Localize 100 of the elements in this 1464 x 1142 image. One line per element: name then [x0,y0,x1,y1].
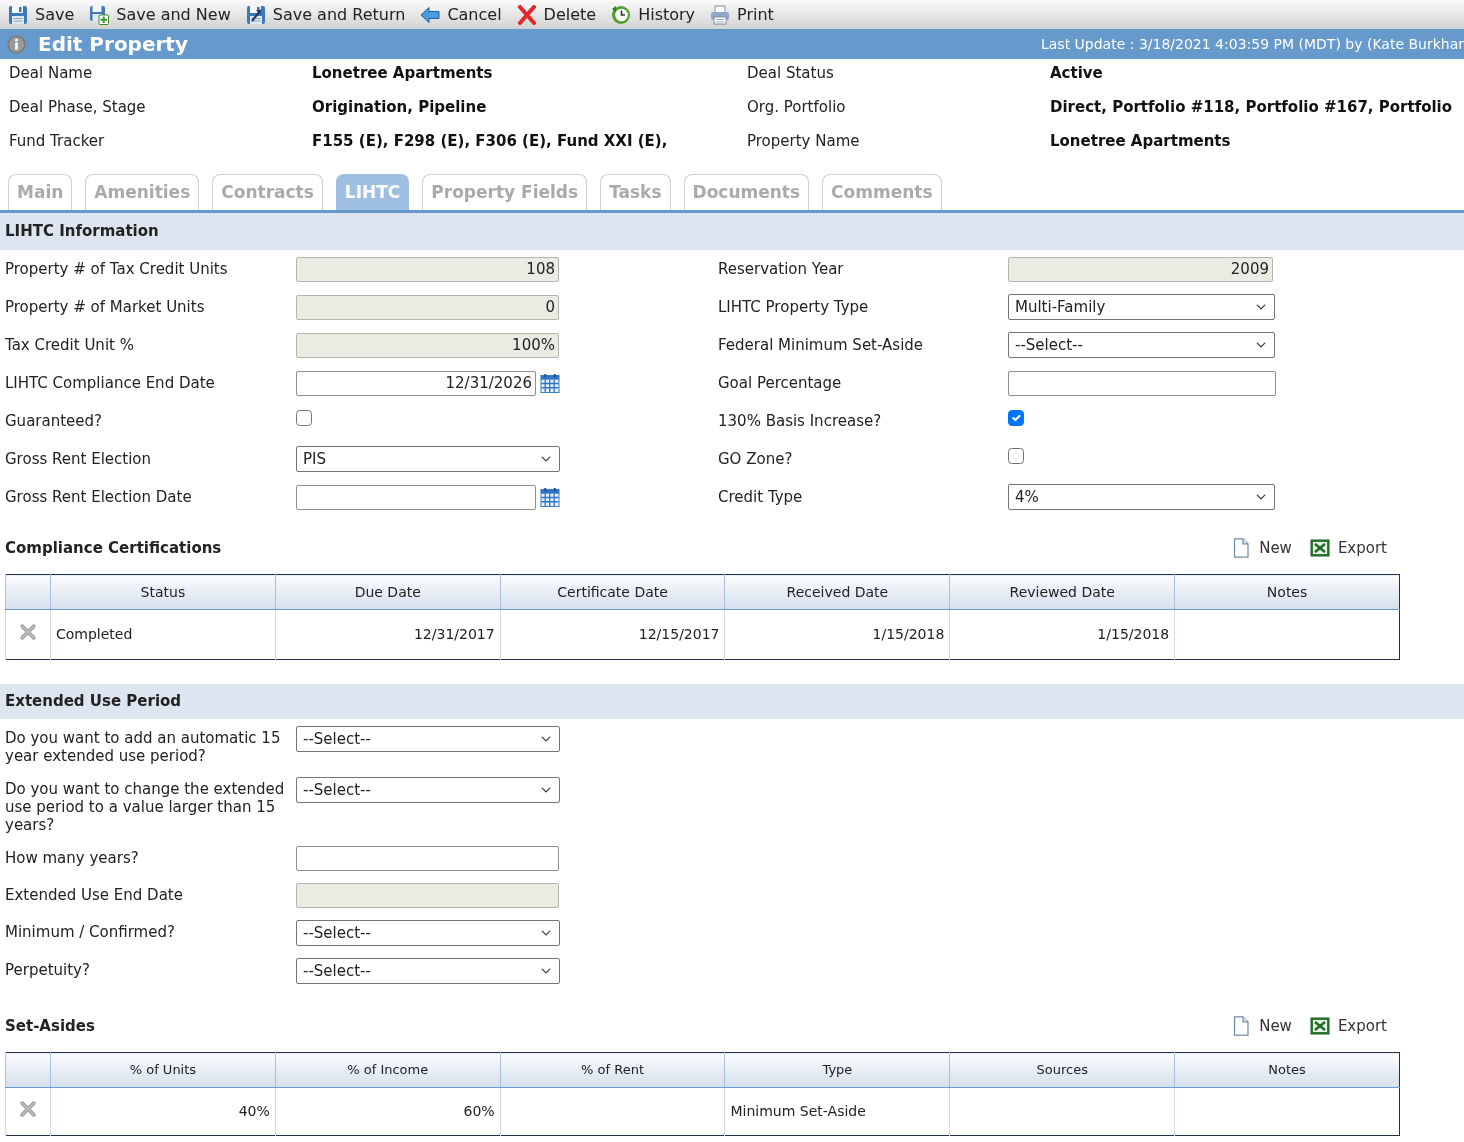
table-cell: 1/15/2018 [725,609,950,660]
readonly-field[interactable]: 0 [296,294,559,320]
field-label: Reservation Year [718,258,845,280]
readonly-field[interactable]: 108 [296,256,559,282]
column-header: Certificate Date [500,574,725,610]
info-value: Direct, Portfolio #118, Portfolio #167, Portfolio [1050,97,1454,118]
table-cell: 12/15/2017 [500,609,725,660]
field-label: Goal Percentage [718,372,843,394]
info-value: Lonetree Apartments [312,63,494,84]
column-header: % of Rent [500,1052,725,1088]
field-label: LIHTC Compliance End Date [5,372,216,394]
info-label: Fund Tracker [9,131,106,152]
field-label: 130% Basis Increase? [718,410,883,432]
readonly-field[interactable]: 2009 [1008,256,1273,282]
section-title: Compliance Certifications [5,537,222,559]
calendar-icon[interactable] [540,373,560,393]
spreadsheet-icon [1309,1016,1330,1036]
info-label: Org. Portfolio [747,97,847,118]
checkbox[interactable] [296,409,312,426]
floppy-disk-plus-icon [89,4,110,25]
column-header: % of Income [275,1052,501,1088]
field-label: Extended Use End Date [5,885,184,904]
field-label: Credit Type [718,486,804,508]
info-value: F155 (E), F298 (E), F306 (E), Fund XXI (E), [312,131,669,152]
dropdown[interactable]: --Select-- [296,920,560,946]
input-field[interactable] [1008,370,1276,396]
field-label: LIHTC Property Type [718,296,870,318]
table-cell: 12/31/2017 [275,609,501,660]
field-label: Minimum / Confirmed? [5,922,176,941]
info-value: Active [1050,63,1104,84]
dropdown[interactable]: --Select-- [1008,332,1275,358]
section-header: LIHTC Information [0,213,1464,250]
new-link[interactable]: New [1231,1014,1292,1038]
field-label: Perpetuity? [5,960,91,979]
table-cell: 60% [275,1087,501,1136]
readonly-field[interactable]: 100% [296,332,559,358]
delete-icon[interactable] [19,1099,37,1118]
dropdown[interactable]: PIS [296,446,560,472]
column-header: Notes [1174,1052,1400,1088]
checkbox[interactable] [1008,409,1024,426]
readonly-field[interactable] [296,883,559,908]
field-label: Federal Minimum Set-Aside [718,334,925,356]
left-arrow-icon [420,4,441,25]
dropdown[interactable]: Multi-Family [1008,294,1275,320]
save-and-new-button[interactable]: Save and New [89,0,231,29]
dropdown[interactable]: --Select-- [296,777,560,803]
field-label: Do you want to add an automatic 15 year extended use period? [5,728,282,765]
print-button[interactable]: Print [710,0,774,29]
column-header: Due Date [275,574,501,610]
page-title: Edit Property [38,31,188,58]
history-button[interactable]: History [611,0,696,29]
section-title: Set-Asides [5,1015,95,1037]
dropdown[interactable]: --Select-- [296,726,560,752]
info-label: Deal Phase, Stage [9,97,147,118]
column-header: Status [50,574,276,610]
column-header: Type [725,1052,950,1088]
table-cell: 1/15/2018 [949,609,1175,660]
table-cell: 40% [50,1087,276,1136]
clock-icon [611,4,632,25]
dropdown[interactable]: --Select-- [296,958,560,984]
date-field[interactable]: 12/31/2026 [296,370,536,396]
field-label: Gross Rent Election Date [5,486,193,508]
info-label: Deal Name [9,63,94,84]
table-cell: Minimum Set-Aside [725,1087,950,1136]
export-link[interactable]: Export [1309,536,1387,560]
save-and-return-button[interactable]: Save and Return [245,0,406,29]
field-label: Tax Credit Unit % [5,334,135,356]
last-update-text: Last Update : 3/18/2021 4:03:59 PM (MDT) by (Kate Burkhar [1040,34,1464,54]
section-header: Extended Use Period [0,684,1464,719]
field-label: Guaranteed? [5,410,103,432]
export-link[interactable]: Export [1309,1014,1387,1038]
new-link[interactable]: New [1231,536,1292,560]
field-label: Gross Rent Election [5,448,153,470]
calendar-icon[interactable] [540,487,560,507]
info-value: Origination, Pipeline [312,97,488,118]
cancel-button[interactable]: Cancel [420,0,502,29]
delete-button[interactable]: Delete [516,0,597,29]
column-header: Sources [949,1052,1175,1088]
date-field[interactable] [296,484,536,510]
checkbox[interactable] [1008,447,1024,464]
info-label: Deal Status [747,63,835,84]
info-value: Lonetree Apartments [1050,131,1232,152]
table-cell: Completed [50,609,276,660]
field-label: How many years? [5,848,140,867]
delete-icon [516,4,537,25]
column-header: Notes [1174,574,1400,610]
input-field[interactable] [296,846,559,871]
printer-icon [710,4,731,25]
column-header: % of Units [50,1052,276,1088]
document-icon [1231,1016,1252,1036]
document-icon [1231,538,1252,558]
delete-icon[interactable] [19,622,37,641]
column-header: Received Date [725,574,950,610]
info-icon [7,34,26,54]
field-label: Do you want to change the extended use period to a value larger than 15 years? [5,779,286,834]
save-button[interactable]: Save [8,0,75,29]
spreadsheet-icon [1309,538,1330,558]
dropdown[interactable]: 4% [1008,484,1275,510]
field-label: Property # of Tax Credit Units [5,258,229,280]
column-header: Reviewed Date [949,574,1175,610]
